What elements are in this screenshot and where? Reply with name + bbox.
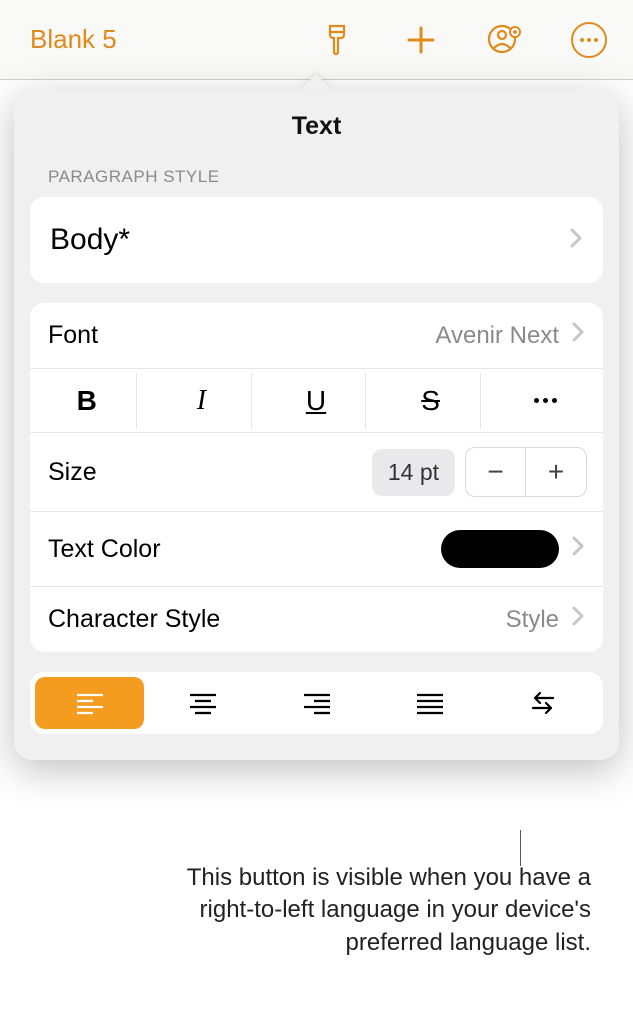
align-center-button[interactable] xyxy=(148,677,257,729)
insert-plus-icon[interactable] xyxy=(401,20,441,60)
document-title[interactable]: Blank 5 xyxy=(30,24,117,55)
rtl-direction-button[interactable] xyxy=(489,677,598,729)
align-justify-button[interactable] xyxy=(375,677,484,729)
font-label: Font xyxy=(48,321,98,350)
alignment-card xyxy=(30,672,603,734)
format-popover: Text Paragraph Style Body* Font Avenir N… xyxy=(14,90,619,760)
callout-leader-line xyxy=(520,830,521,866)
align-left-button[interactable] xyxy=(35,677,144,729)
collaborate-icon[interactable] xyxy=(485,20,525,60)
text-color-swatch xyxy=(441,530,559,568)
font-value: Avenir Next xyxy=(435,322,559,350)
bold-button[interactable]: B xyxy=(37,373,137,429)
text-color-label: Text Color xyxy=(48,535,161,564)
paragraph-style-card: Body* xyxy=(30,197,603,283)
size-increase-button[interactable]: + xyxy=(526,448,586,496)
chevron-right-icon xyxy=(571,321,585,350)
chevron-right-icon xyxy=(571,605,585,634)
paragraph-style-value: Body* xyxy=(50,223,130,257)
chevron-right-icon xyxy=(571,535,585,564)
chevron-right-icon xyxy=(569,227,583,254)
size-row: Size 14 pt − + xyxy=(30,433,603,512)
size-decrease-button[interactable]: − xyxy=(466,448,526,496)
size-stepper: − + xyxy=(465,447,587,497)
character-style-row[interactable]: Character Style Style xyxy=(30,587,603,652)
text-options-more-button[interactable] xyxy=(496,373,596,429)
popover-title: Text xyxy=(14,90,619,161)
callout-text: This button is visible when you have a r… xyxy=(171,862,591,959)
top-toolbar: Blank 5 xyxy=(0,0,633,80)
italic-button[interactable]: I xyxy=(152,373,252,429)
format-brush-icon[interactable] xyxy=(317,20,357,60)
align-right-button[interactable] xyxy=(262,677,371,729)
more-icon[interactable] xyxy=(569,20,609,60)
text-style-buttons: B I U S xyxy=(30,369,603,433)
size-label: Size xyxy=(48,458,97,487)
paragraph-style-row[interactable]: Body* xyxy=(30,197,603,283)
character-style-value: Style xyxy=(506,606,559,634)
underline-button[interactable]: U xyxy=(266,373,366,429)
character-style-label: Character Style xyxy=(48,605,220,634)
strikethrough-button[interactable]: S xyxy=(381,373,481,429)
text-color-row[interactable]: Text Color xyxy=(30,512,603,587)
toolbar-actions xyxy=(317,20,615,60)
paragraph-style-section-label: Paragraph Style xyxy=(14,161,619,197)
size-value[interactable]: 14 pt xyxy=(372,449,455,496)
text-settings-card: Font Avenir Next B I U S xyxy=(30,303,603,652)
font-row[interactable]: Font Avenir Next xyxy=(30,303,603,369)
